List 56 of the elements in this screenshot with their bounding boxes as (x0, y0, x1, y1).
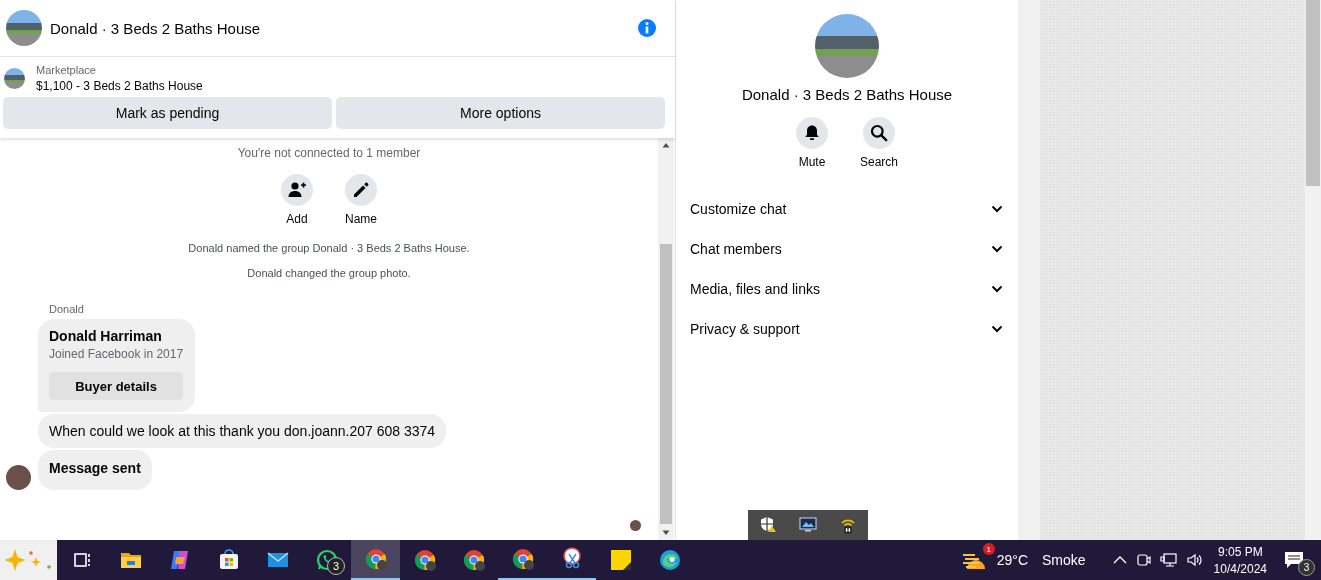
monitor-icon[interactable] (798, 515, 818, 535)
chat-title: Donald · 3 Beds 2 Baths House (50, 19, 262, 37)
count-badge: 3 (1298, 559, 1315, 576)
weather-widget[interactable]: 1 29°C Smoke (960, 540, 1086, 580)
group-title: Donald · 3 Beds 2 Baths House (741, 86, 953, 103)
message-bubble: Message sent (38, 450, 152, 490)
system-notice: Donald named the group Donald · 3 Beds 2 Baths House. (187, 242, 471, 254)
group-photo (6, 10, 42, 46)
avatar (6, 465, 31, 490)
action-label: Add (286, 212, 308, 226)
section-header[interactable]: Media, files and links (690, 269, 1004, 309)
system-notice: You're not connected to 1 member (236, 146, 422, 160)
search-icon (869, 123, 889, 143)
action-button[interactable]: More options (336, 97, 665, 129)
notifications-button[interactable]: 3 (1281, 540, 1315, 580)
message-bubble: When could we look at this thank you don.joann.207 608 3374 (38, 414, 447, 448)
count-badge: 3 (327, 557, 345, 575)
listing-photo (4, 68, 25, 89)
edge-icon (657, 548, 682, 572)
read-receipt-avatar (630, 520, 641, 531)
pencil-icon (351, 180, 371, 200)
person-add-icon (287, 180, 307, 200)
browser-icon (461, 548, 486, 572)
sender-name: Donald (49, 303, 85, 315)
buyer-details-button[interactable]: Buyer details (49, 372, 184, 400)
shield-warning-icon[interactable] (758, 515, 778, 535)
sticky-note-icon (608, 548, 633, 572)
system-notice: Donald changed the group photo. (246, 267, 412, 279)
message-icon (1283, 550, 1305, 570)
action-label: Search (860, 155, 898, 169)
clock-button[interactable]: 9:05 PM 10/4/2024 (1213, 540, 1267, 580)
notification-badge: 1 (982, 543, 995, 555)
action-label: Name (345, 212, 377, 226)
action-button[interactable]: Mark as pending (3, 97, 332, 129)
page-scrollbar[interactable] (1305, 0, 1321, 540)
speaker-icon[interactable] (1185, 552, 1204, 568)
profile-name: Donald Harriman (49, 328, 163, 344)
rename-button[interactable] (345, 174, 377, 206)
section-header[interactable]: Customize chat (690, 189, 1004, 229)
listing-title[interactable]: $1,100 - 3 Beds 2 Baths House (36, 79, 203, 93)
profile-subtitle: Joined Facebook in 2017 (49, 347, 184, 361)
browser-icon (510, 547, 535, 571)
network-icon[interactable] (1159, 552, 1178, 568)
add-member-button[interactable] (281, 174, 313, 206)
info-icon[interactable] (637, 18, 657, 38)
camera-icon[interactable] (1135, 552, 1152, 568)
browser-icon (363, 547, 388, 571)
taskbar-app-button[interactable]: 3 (302, 540, 351, 580)
search-button[interactable] (863, 117, 895, 149)
mute-button[interactable] (796, 117, 828, 149)
browser-icon (412, 548, 437, 572)
action-label: Mute (798, 155, 826, 169)
listing-source: Marketplace (36, 64, 97, 76)
scrollbar[interactable] (658, 138, 674, 540)
section-header[interactable]: Chat members (690, 229, 1004, 269)
section-header[interactable]: Privacy & support (690, 309, 1004, 349)
